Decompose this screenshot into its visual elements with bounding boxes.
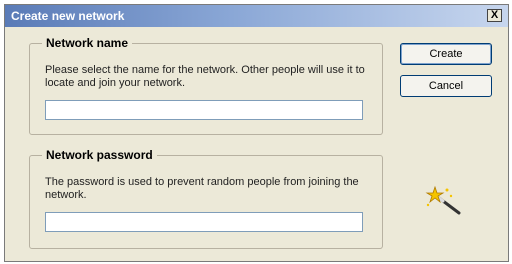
create-button[interactable]: Create [400, 43, 492, 65]
network-password-input[interactable] [45, 212, 363, 232]
network-name-group: Network name Please select the name for … [29, 36, 383, 135]
close-button[interactable]: X [487, 9, 502, 22]
network-password-heading: Network password [42, 148, 157, 162]
cancel-button[interactable]: Cancel [400, 75, 492, 97]
title-bar: Create new network X [5, 5, 508, 27]
network-password-group: Network password The password is used to… [29, 148, 383, 249]
network-password-description: The password is used to prevent random p… [45, 176, 359, 201]
network-name-description: Please select the name for the network. … [45, 64, 365, 89]
network-name-input[interactable] [45, 100, 363, 120]
network-name-heading: Network name [42, 36, 133, 50]
magic-wand-icon [425, 185, 461, 215]
create-network-dialog: Create new network X Network name Please… [4, 4, 509, 262]
dialog-title: Create new network [11, 9, 125, 23]
